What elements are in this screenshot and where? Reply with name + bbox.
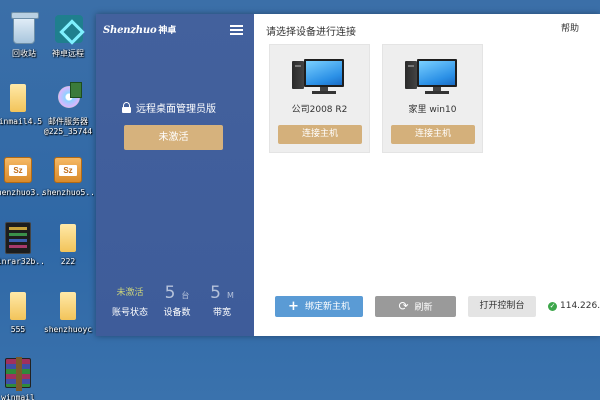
devices-count: 5 (164, 283, 176, 303)
help-link[interactable]: 帮助 (561, 21, 579, 34)
desktop-icon-label: shenzhuoyc (43, 325, 93, 334)
devices-unit: 台 (181, 291, 190, 300)
desktop-icon-shenzhuo5[interactable]: Sz shenzhuo5... (42, 153, 94, 198)
edition-label: 远程桌面管理员版 (122, 100, 250, 115)
desktop-icon-label: shenzhuo5... (42, 188, 94, 197)
desktop-icon-winrar32[interactable]: winrar32b... (0, 222, 44, 267)
computer-icon (405, 59, 461, 99)
desktop-icon-label-line2: @225_35744 (43, 127, 93, 136)
stat-bandwidth: 5M 带宽 (200, 284, 244, 318)
desktop-icon-label: 邮件服务器 (48, 117, 88, 126)
desktop-icon-shenzhuo-remote[interactable]: 神卓远程 (42, 14, 94, 59)
folder-icon (52, 290, 84, 322)
open-console-button[interactable]: 打开控制台 (468, 296, 536, 317)
logo-cn-text: 神卓 (158, 26, 177, 36)
desktop-icon-label: 神卓远程 (52, 49, 84, 58)
desktop-icon-555[interactable]: 555 (0, 290, 44, 335)
desktop-icon-label: 222 (60, 257, 76, 266)
folder-icon (52, 222, 84, 254)
computer-icon (292, 59, 348, 99)
logo-text: Shenzhuo (103, 25, 157, 36)
edition-text: 远程桌面管理员版 (136, 104, 216, 115)
winrar-icon (2, 357, 34, 391)
bind-new-host-button[interactable]: + 绑定新主机 (275, 296, 363, 317)
connect-host-button[interactable]: 连接主机 (391, 125, 475, 144)
account-status-label: 账号状态 (111, 308, 148, 318)
refresh-icon: ⟳ (398, 299, 409, 313)
mail-server-icon (52, 82, 84, 114)
device-card[interactable]: 家里 win10 连接主机 (382, 44, 483, 153)
shenzhuo-remote-window: Shenzhuo 神卓 远程桌面管理员版 未激活 未激活 账号状态 5台 设备数 … (96, 14, 600, 336)
desktop-icon-label: 555 (10, 325, 26, 334)
bandwidth-label: 带宽 (212, 308, 231, 318)
bandwidth-unit: M (226, 291, 234, 300)
connection-status: ✓114.226.3 (548, 301, 600, 311)
server-ip-text: 114.226.3 (560, 301, 600, 311)
recycle-bin-icon (8, 12, 40, 46)
folder-icon (2, 82, 34, 114)
desktop-icon-shenzhuoyc[interactable]: shenzhuoyc (42, 290, 94, 335)
plus-icon: + (288, 299, 299, 314)
stat-devices: 5台 设备数 (156, 284, 198, 318)
sidebar: Shenzhuo 神卓 远程桌面管理员版 未激活 未激活 账号状态 5台 设备数 … (96, 14, 254, 336)
desktop-icon-mail-server[interactable]: 邮件服务器 @225_35744 (42, 82, 94, 137)
device-name: 家里 win10 (408, 105, 457, 115)
device-name: 公司2008 R2 (291, 105, 348, 115)
stat-account-status: 未激活 账号状态 (108, 284, 152, 318)
desktop-icon-222[interactable]: 222 (42, 222, 94, 267)
devices-label: 设备数 (163, 308, 191, 318)
page-title: 请选择设备进行连接 (266, 27, 356, 38)
winrar-icon (2, 222, 34, 254)
folder-icon (2, 290, 34, 322)
bind-button-label: 绑定新主机 (304, 302, 350, 312)
desktop-icon-label: winmail4.5 (0, 117, 43, 126)
shenzhuo-remote-icon (52, 14, 84, 46)
desktop-icon-label: winmail (1, 393, 35, 400)
desktop-icon-winmail45[interactable]: winmail4.5 (0, 82, 44, 127)
lock-icon (122, 102, 131, 113)
connect-host-button[interactable]: 连接主机 (278, 125, 362, 144)
desktop-icon-label: winrar32b... (0, 257, 44, 266)
bandwidth-value: 5 (210, 283, 221, 303)
desktop-icon-label: shenzhuo3... (0, 188, 44, 197)
device-card[interactable]: 公司2008 R2 连接主机 (269, 44, 370, 153)
activate-button[interactable]: 未激活 (124, 125, 223, 150)
check-circle-icon: ✓ (548, 302, 557, 311)
sz-archive-icon: Sz (52, 153, 84, 185)
desktop-icon-shenzhuo3[interactable]: Sz shenzhuo3... (0, 153, 44, 198)
refresh-button-label: 刷新 (414, 303, 433, 313)
hamburger-menu-icon[interactable] (230, 25, 243, 35)
desktop-icon-winmail[interactable]: winmail (0, 357, 44, 400)
app-logo: Shenzhuo 神卓 (103, 23, 176, 36)
refresh-button[interactable]: ⟳ 刷新 (375, 296, 456, 317)
account-status-value: 未激活 (116, 288, 144, 298)
sz-archive-icon: Sz (2, 153, 34, 185)
